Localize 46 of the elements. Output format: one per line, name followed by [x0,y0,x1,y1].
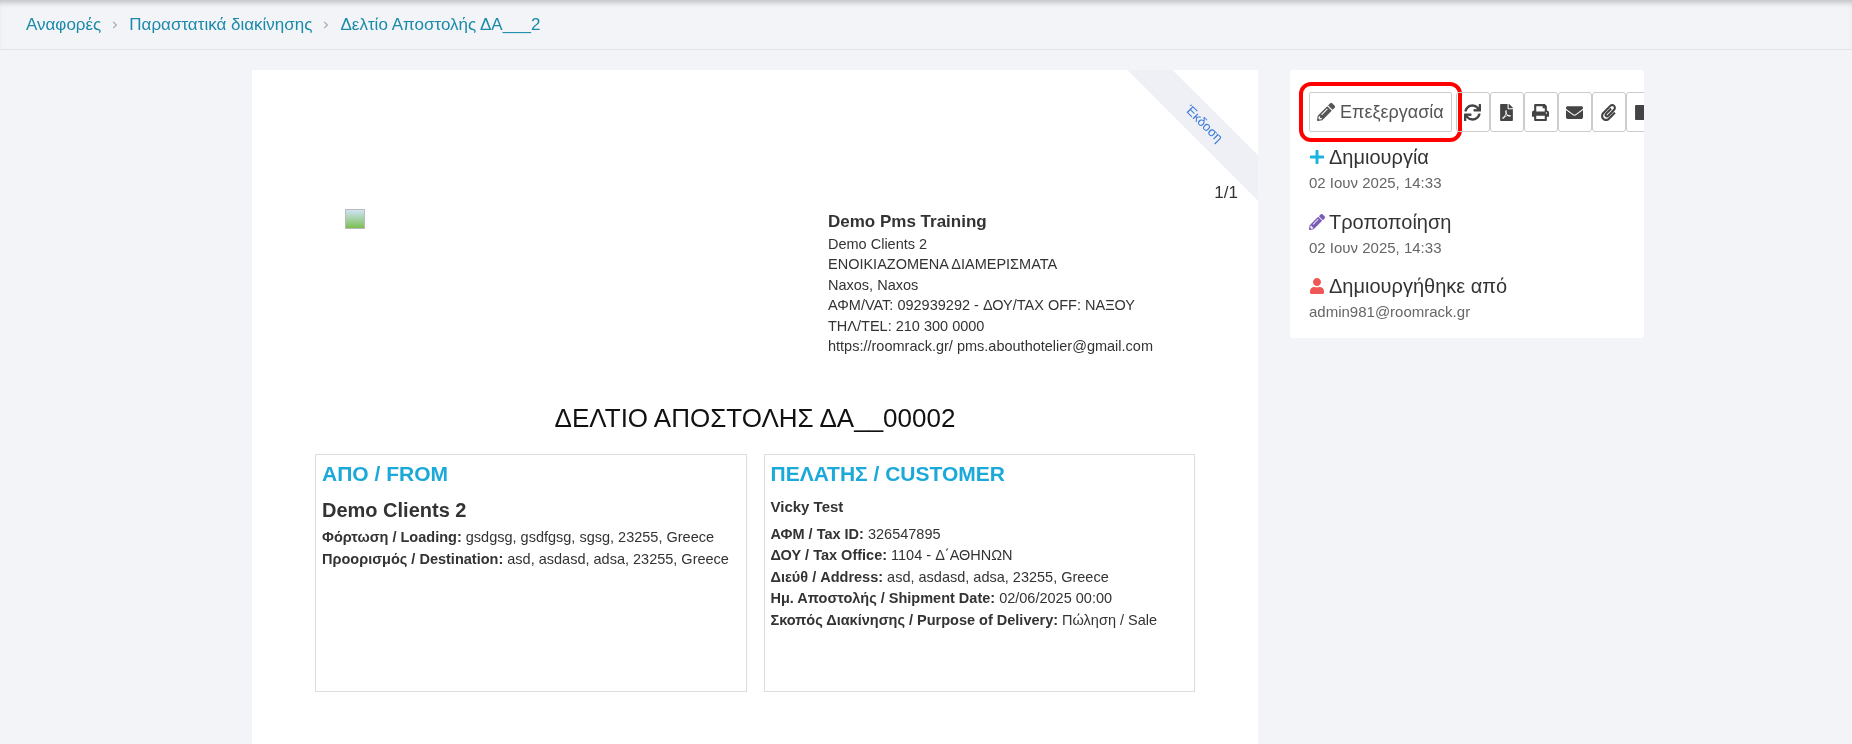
party-name: Demo Clients 2 [322,498,468,523]
detail-line: Ημ. Αποστολής / Shipment Date: 02/06/2025 00:00 [770,589,1114,608]
party-name: Vicky Test [770,497,845,517]
paperclip-icon [1600,103,1618,121]
email-button[interactable] [1557,92,1592,132]
print-icon [1532,103,1550,121]
user-icon [1309,278,1325,294]
document-title: ΔΕΛΤΙΟ ΑΠΟΣΤΟΛΗΣ ΔΑ__00002 [553,401,957,435]
detail-line: ΑΦΜ / Tax ID: 326547895 [770,524,942,544]
company-name: Demo Pms Training [828,212,988,233]
breadcrumb-link[interactable]: Αναφορές [26,11,102,38]
chevron-icon [111,20,120,29]
info-value: 02 Ιουν 2025, 14:33 [1309,237,1443,258]
company-detail: https://roomrack.gr/ pms.abouthotelier@gmail.com [828,337,1153,356]
detail-line: Σκοπός Διακίνησης / Purpose of Delivery: Πώληση / Sale [770,610,1159,630]
info-value: admin981@roomrack.gr [1309,302,1472,322]
refresh-icon [1464,103,1482,121]
detail-line: Προορισμός / Destination: asd, asdasd, adsa, 23255, Greece [322,549,730,569]
attach-button[interactable] [1591,92,1626,132]
broken-image-icon [345,209,365,229]
print-button[interactable] [1523,92,1558,132]
company-detail: ΕΝΟΙΚΙΑΖΟΜΕΝΑ ΔΙΑΜΕΡΙΣΜΑΤΑ [828,255,1059,274]
pencil-icon [1317,103,1335,121]
pdf-file-icon [1498,103,1516,121]
panel-heading: ΑΠΟ / FROM [322,460,449,487]
breadcrumb-link[interactable]: Δελτίο Αποστολής ΔΑ___2 [340,11,541,38]
company-detail: Demo Clients 2 [828,234,929,254]
pdf-button[interactable] [1489,92,1524,132]
company-detail: ΤΗΛ/TEL: 210 300 0000 [828,316,986,336]
company-detail: Naxos, Naxos [828,275,920,295]
plus-icon [1309,149,1325,165]
company-detail: ΑΦΜ/VAT: 092939292 - ΔΟΥ/TAX OFF: ΝΑΞΟΥ [828,296,1137,315]
chevron-icon [322,20,331,29]
panel-heading: ΠΕΛΑΤΗΣ / CUSTOMER [770,460,1006,487]
refresh-button[interactable] [1455,92,1490,132]
info-label: Τροποποίηση [1329,209,1452,235]
envelope-icon [1566,103,1584,121]
breadcrumb-link[interactable]: Παραστατικά διακίνησης [129,11,313,38]
page-counter: 1/1 [1214,182,1238,204]
info-label: Δημιουργήθηκε από [1329,274,1508,299]
info-value: 02 Ιουν 2025, 14:33 [1309,173,1443,193]
detail-line: Φόρτωση / Loading: gsdgsg, gsdfgsg, sgsg, 23255, Greece [322,528,716,547]
detail-line: Διεύθ / Address: asd, asdasd, adsa, 23255, Greece [770,567,1110,587]
pencil-icon [1309,213,1325,230]
detail-line: ΔΟΥ / Tax Office: 1104 - Δ΄ΑΘΗΝΩΝ [770,546,1014,565]
info-label: Δημιουργία [1329,145,1429,170]
